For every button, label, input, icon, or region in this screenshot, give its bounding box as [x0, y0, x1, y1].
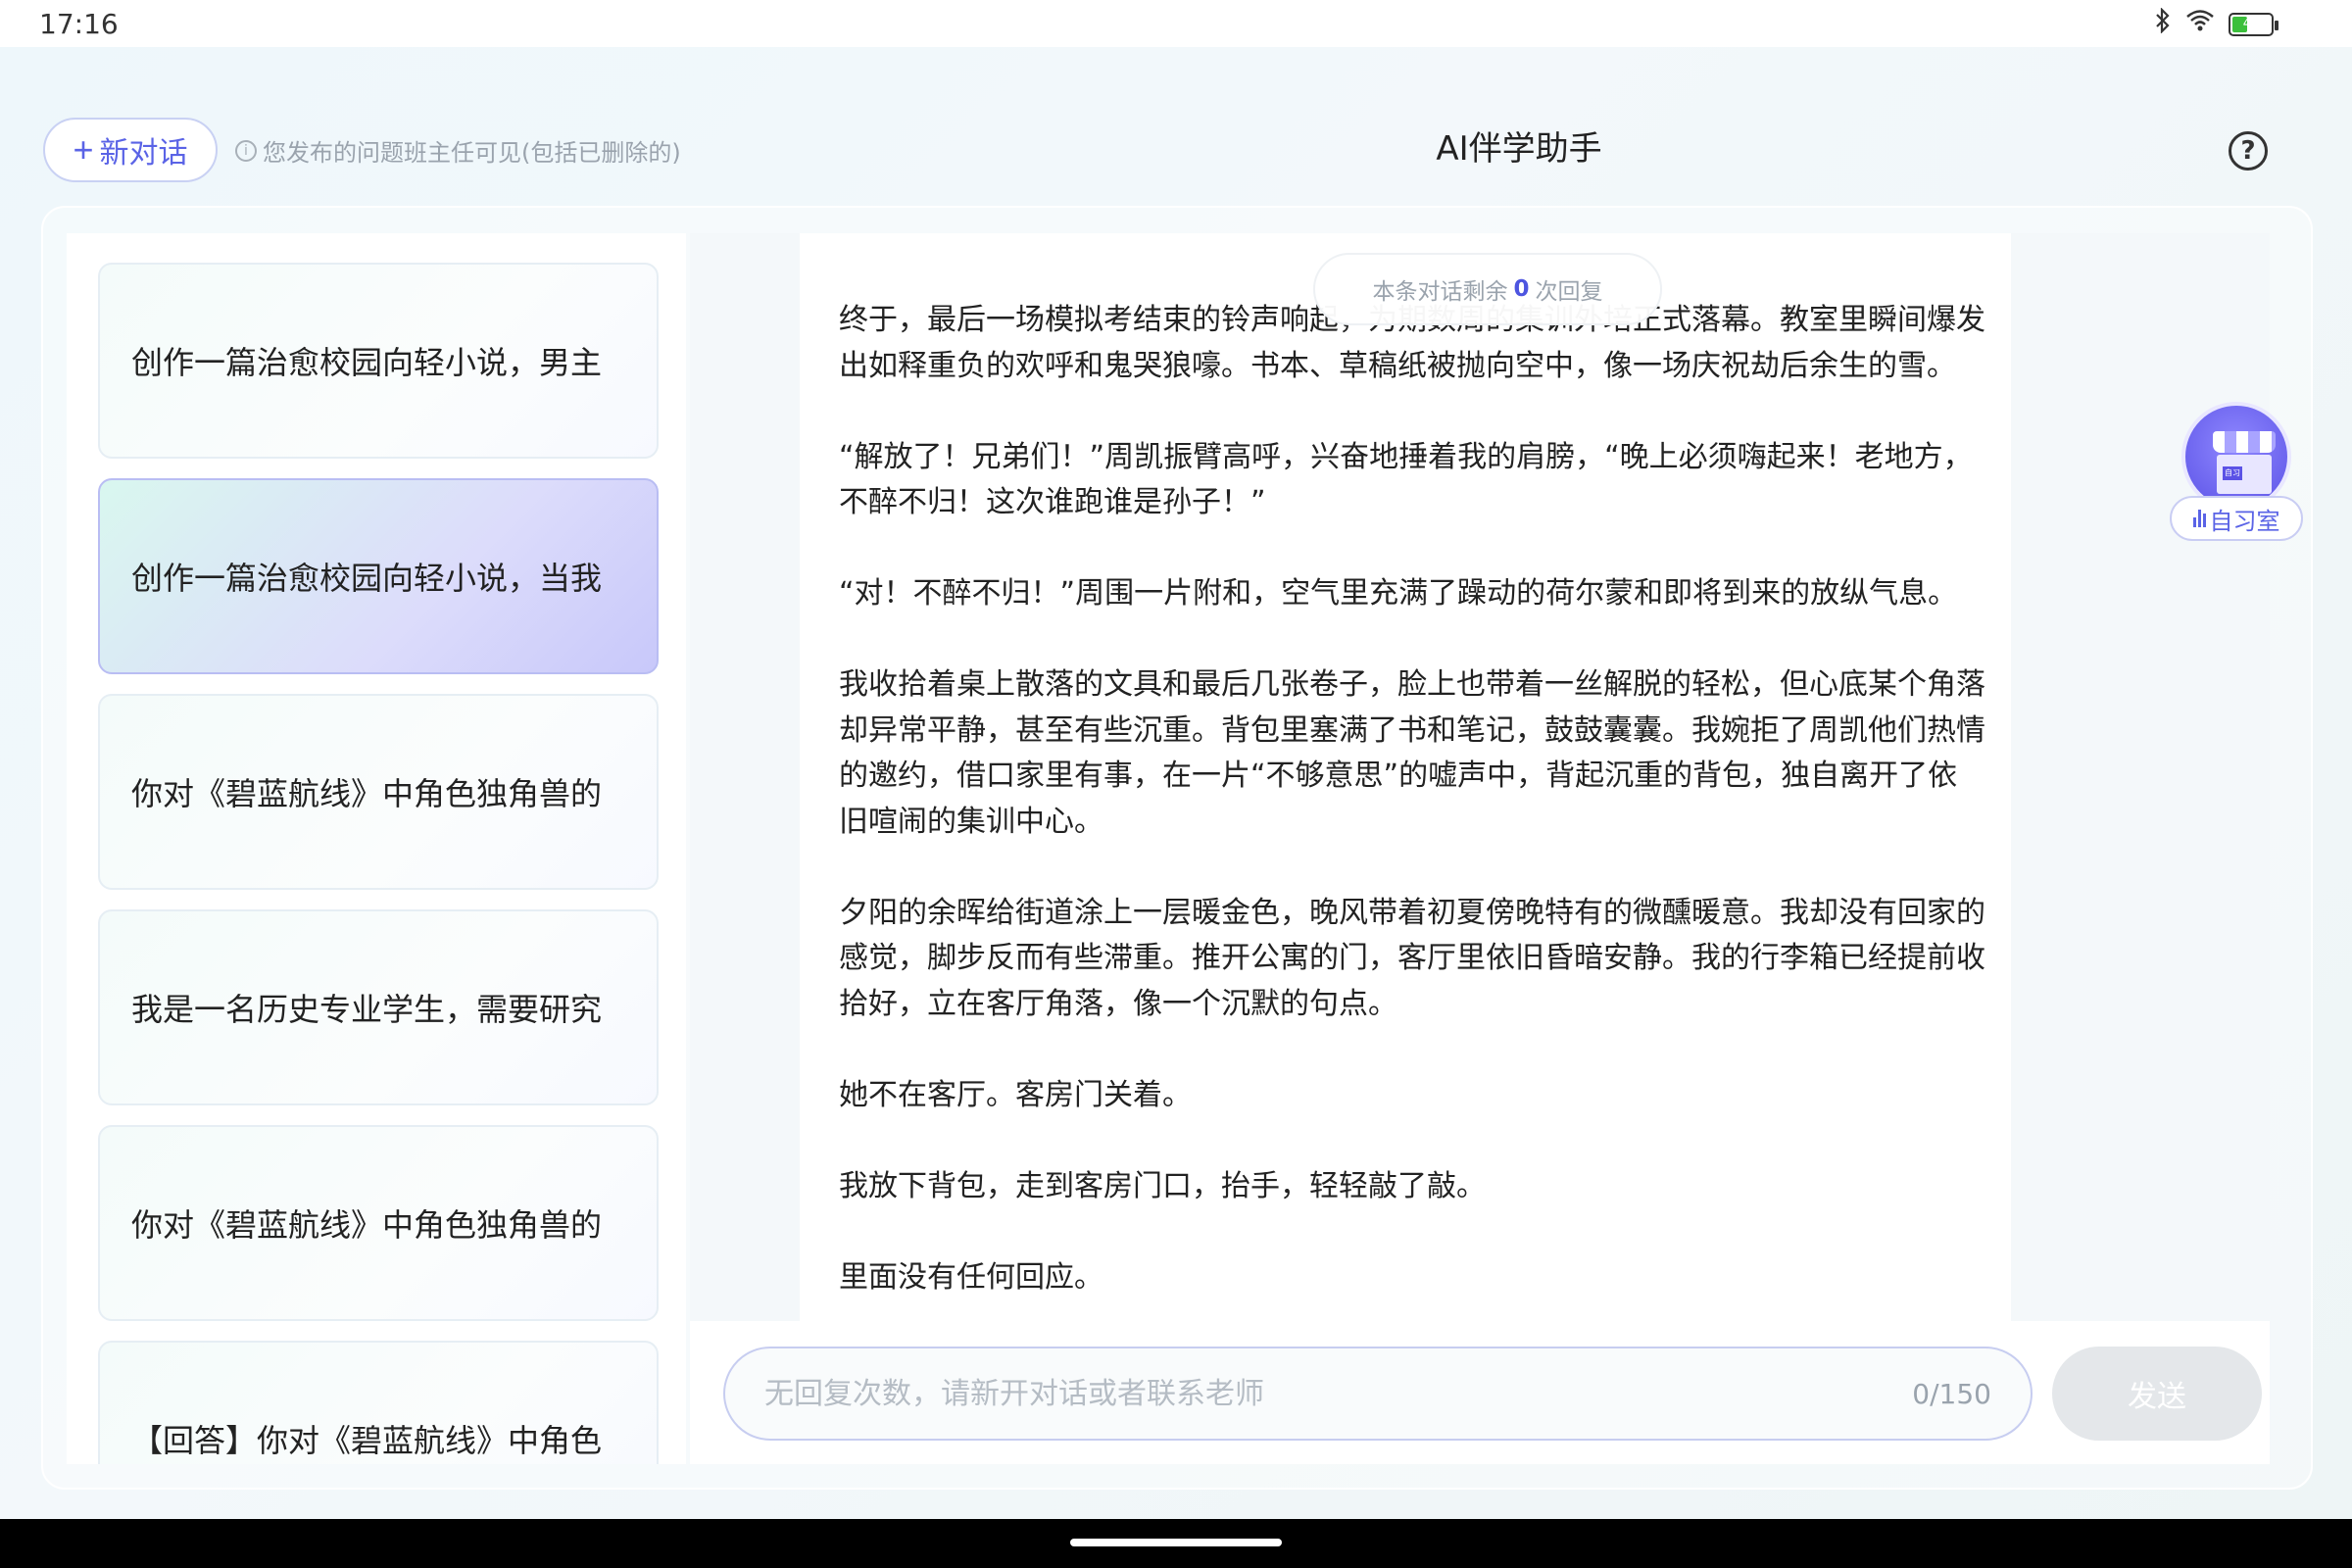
shop-awning [2213, 431, 2276, 453]
conversation-item[interactable]: 你对《碧蓝航线》中角色独角兽的 [98, 1125, 659, 1321]
study-room-text: 自习室 [2209, 507, 2280, 535]
wifi-icon [2185, 9, 2215, 39]
remaining-suffix: 次回复 [1535, 279, 1603, 305]
chat-area: 终于，最后一场模拟考结束的铃声响起，为期数周的集训外培正式落幕。教室里瞬间爆发出… [690, 233, 2270, 1464]
plus-icon: + [73, 129, 94, 170]
remaining-replies-pill: 本条对话剩余 0 次回复 [1313, 253, 1662, 325]
system-nav-bar [0, 1519, 2352, 1568]
home-indicator[interactable] [1070, 1539, 1282, 1546]
message-paragraph: 里面没有任何回应。 [839, 1259, 1103, 1295]
message-paragraph: “对！不醉不归！”周围一片附和，空气里充满了躁动的荷尔蒙和即将到来的放纵气息。 [839, 576, 1958, 611]
conversation-list: 创作一篇治愈校园向轻小说，男主 创作一篇治愈校园向轻小说，当我 你对《碧蓝航线》… [67, 233, 686, 1464]
shop-sign: 自习 [2223, 466, 2242, 480]
battery-icon: 46 [2229, 12, 2278, 36]
ai-message-card: 终于，最后一场模拟考结束的铃声响起，为期数周的集训外培正式落幕。教室里瞬间爆发出… [800, 233, 2011, 1321]
remaining-prefix: 本条对话剩余 [1372, 279, 1508, 305]
input-bar: 0/150 发送 [690, 1321, 2270, 1464]
status-time: 17:16 [39, 8, 119, 40]
conversation-item-active[interactable]: 创作一篇治愈校园向轻小说，当我 [98, 478, 659, 674]
send-button[interactable]: 发送 [2052, 1347, 2262, 1441]
message-paragraph: 她不在客厅。客房门关着。 [839, 1077, 1192, 1112]
bar-chart-icon [2192, 510, 2206, 527]
char-count: 0/150 [1912, 1377, 1991, 1410]
new-chat-label: 新对话 [99, 137, 188, 170]
study-room-button[interactable]: 自习 自习室 [2170, 402, 2303, 551]
conversation-item[interactable]: 我是一名历史专业学生，需要研究 [98, 909, 659, 1105]
conversation-item[interactable]: 创作一篇治愈校园向轻小说，男主 [98, 263, 659, 459]
study-room-label: 自习室 [2170, 496, 2303, 541]
conversation-item[interactable]: 【回答】你对《碧蓝航线》中角色 [98, 1341, 659, 1464]
remaining-count: 0 [1513, 276, 1530, 302]
visibility-notice-text: 您发布的问题班主任可见(包括已删除的) [263, 139, 681, 167]
new-chat-button[interactable]: + 新对话 [43, 118, 218, 182]
info-icon: i [235, 139, 257, 162]
main-panel: 创作一篇治愈校园向轻小说，男主 创作一篇治愈校园向轻小说，当我 你对《碧蓝航线》… [41, 206, 2313, 1490]
message-paragraph: “解放了！兄弟们！”周凯振臂高呼，兴奋地捶着我的肩膀，“晚上必须嗨起来！老地方，… [839, 439, 1973, 520]
page-title: AI伴学助手 [1436, 129, 1602, 169]
ai-message-text: 终于，最后一场模拟考结束的铃声响起，为期数周的集训外培正式落幕。教室里瞬间爆发出… [839, 298, 1985, 1321]
message-input-box: 0/150 [723, 1347, 2033, 1441]
message-paragraph: 我收拾着桌上散落的文具和最后几张卷子，脸上也带着一丝解脱的轻松，但心底某个角落却… [839, 667, 1985, 839]
message-paragraph: 夕阳的余晖给街道涂上一层暖金色，晚风带着初夏傍晚特有的微醺暖意。我却没有回家的感… [839, 895, 1985, 1021]
message-input[interactable] [764, 1376, 1913, 1411]
shop-front: 自习 [2217, 455, 2272, 494]
battery-level-text: 46 [2242, 16, 2260, 31]
message-paragraph: 我放下背包，走到客房门口，抬手，轻轻敲了敲。 [839, 1168, 1486, 1203]
conversation-item[interactable]: 你对《碧蓝航线》中角色独角兽的 [98, 694, 659, 890]
bluetooth-icon [2154, 7, 2172, 40]
visibility-notice: i 您发布的问题班主任可见(包括已删除的) [235, 133, 681, 168]
status-bar: 17:16 46 [0, 0, 2352, 47]
help-icon[interactable]: ? [2229, 131, 2268, 171]
status-icons: 46 [2154, 7, 2278, 40]
